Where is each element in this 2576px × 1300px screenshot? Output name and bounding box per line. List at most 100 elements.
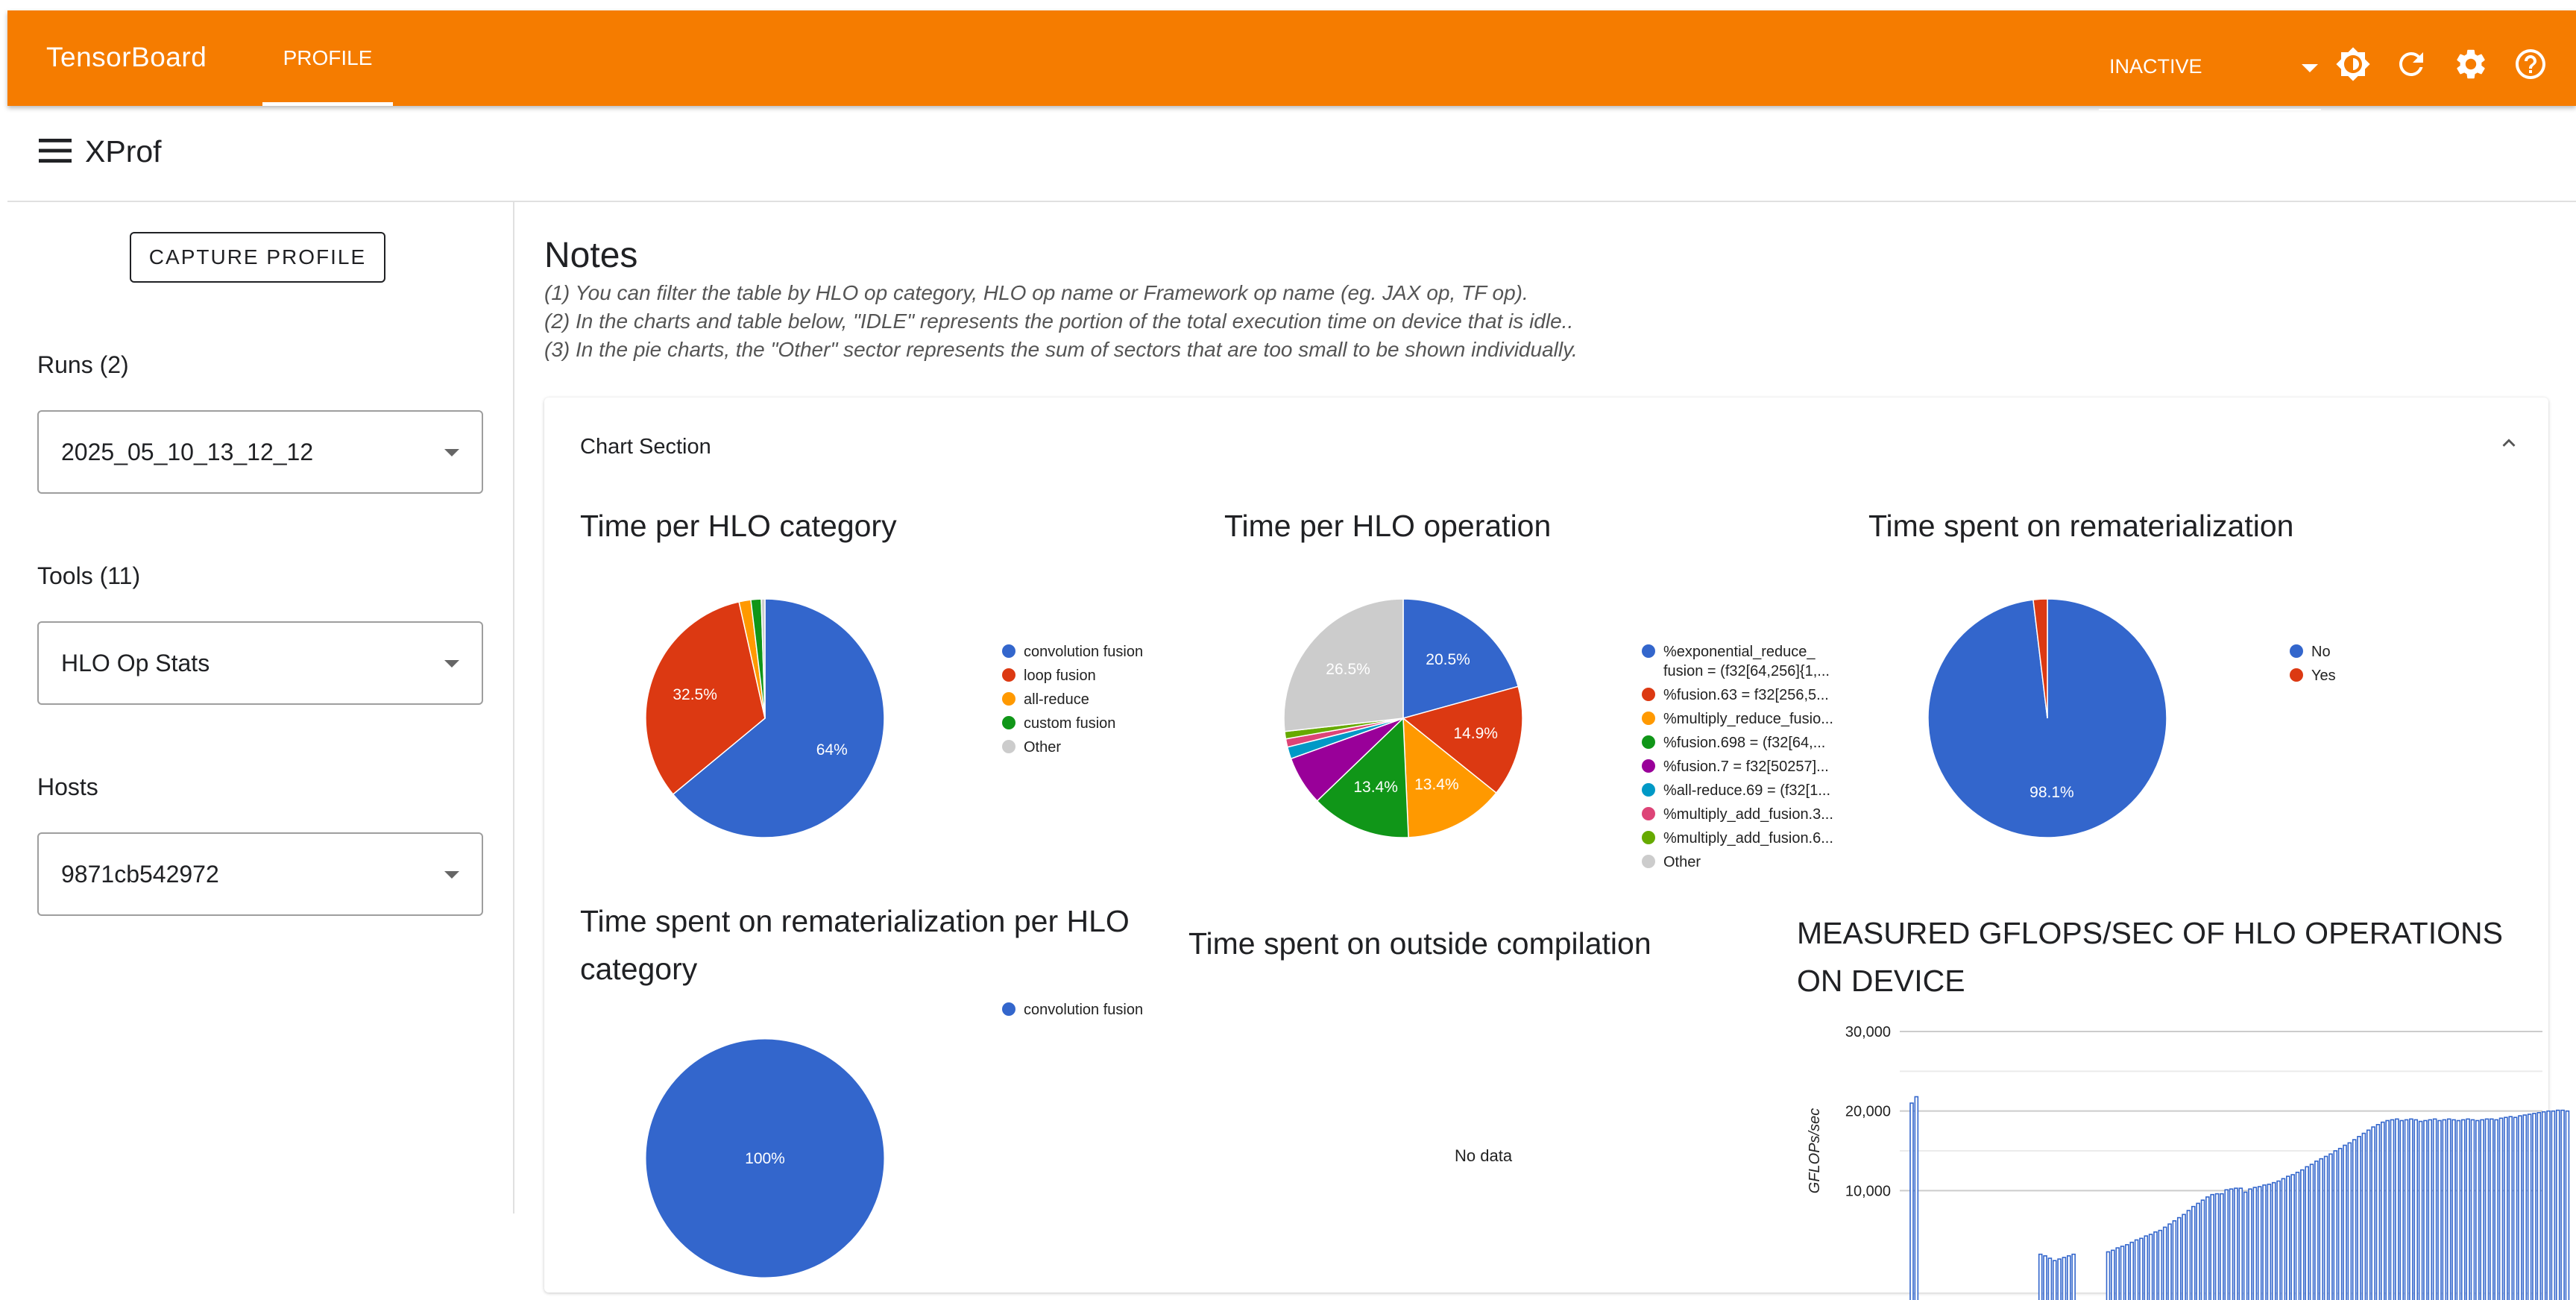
bar[interactable] (2546, 1110, 2551, 1300)
bar[interactable] (2257, 1186, 2262, 1300)
legend-label[interactable]: %fusion.7 = f32[50257]... (1663, 759, 1829, 775)
bar[interactable] (2186, 1210, 2191, 1300)
legend-label[interactable]: %multiply_reduce_fusio... (1663, 711, 1833, 727)
bar[interactable] (2182, 1213, 2186, 1300)
bar[interactable] (2328, 1153, 2333, 1300)
menu-icon[interactable] (39, 139, 72, 163)
bar[interactable] (2532, 1113, 2536, 1300)
legend-label[interactable]: convolution fusion (1024, 1002, 1143, 1018)
bar[interactable] (2139, 1237, 2144, 1300)
bar[interactable] (2404, 1119, 2409, 1300)
bar[interactable] (2300, 1169, 2305, 1300)
bar[interactable] (2357, 1136, 2361, 1300)
bar[interactable] (2418, 1120, 2423, 1300)
bar[interactable] (2413, 1119, 2419, 1300)
bar[interactable] (2565, 1110, 2570, 1300)
refresh-icon[interactable] (2393, 46, 2429, 82)
tools-select[interactable]: HLO Op Stats (37, 621, 483, 705)
runs-select[interactable]: 2025_05_10_13_12_12 (37, 410, 483, 494)
bar[interactable] (2409, 1118, 2413, 1300)
bar[interactable] (2309, 1164, 2314, 1300)
bar[interactable] (2214, 1193, 2220, 1300)
bar[interactable] (2446, 1118, 2451, 1300)
bar[interactable] (2057, 1258, 2062, 1300)
bar[interactable] (2480, 1119, 2484, 1300)
legend-label[interactable]: Other (1663, 854, 1701, 870)
bar[interactable] (2470, 1119, 2475, 1300)
hosts-select[interactable]: 9871cb542972 (37, 832, 483, 916)
bar[interactable] (2125, 1244, 2129, 1300)
bar[interactable] (2442, 1119, 2447, 1300)
bar[interactable] (2106, 1251, 2111, 1300)
legend-label[interactable]: %fusion.63 = f32[256,5... (1663, 687, 1829, 703)
bar[interactable] (2052, 1260, 2057, 1300)
bar[interactable] (2527, 1114, 2532, 1300)
bar[interactable] (2295, 1172, 2300, 1300)
bar[interactable] (2248, 1188, 2252, 1300)
bar[interactable] (2071, 1253, 2076, 1300)
legend-label[interactable]: custom fusion (1024, 715, 1115, 732)
bar[interactable] (2522, 1114, 2528, 1300)
bar[interactable] (2432, 1118, 2437, 1300)
bar[interactable] (2205, 1196, 2210, 1300)
bar[interactable] (2460, 1119, 2466, 1300)
bar[interactable] (2555, 1109, 2560, 1300)
help-icon[interactable] (2513, 46, 2548, 82)
bar[interactable] (2395, 1118, 2399, 1300)
legend-label[interactable]: %exponential_reduce_ fusion = (f32[64,256… (1663, 644, 1830, 679)
bar[interactable] (2333, 1150, 2338, 1300)
bar[interactable] (2323, 1155, 2328, 1300)
bar[interactable] (2210, 1193, 2215, 1300)
bar[interactable] (1909, 1102, 1914, 1300)
bar[interactable] (2498, 1117, 2504, 1300)
bar[interactable] (2399, 1120, 2405, 1300)
bar[interactable] (2153, 1231, 2158, 1300)
bar[interactable] (2038, 1253, 2043, 1300)
bar[interactable] (2144, 1235, 2149, 1300)
brightness-icon[interactable] (2335, 46, 2371, 82)
bar[interactable] (2271, 1181, 2276, 1300)
bar[interactable] (2380, 1121, 2385, 1300)
legend-label[interactable]: Other (1024, 739, 1061, 756)
bar[interactable] (2276, 1180, 2281, 1300)
legend-label[interactable]: convolution fusion (1024, 644, 1143, 660)
bar[interactable] (2267, 1184, 2272, 1300)
bar[interactable] (2518, 1115, 2522, 1300)
capture-profile-button[interactable]: CAPTURE PROFILE (130, 232, 385, 283)
bar[interactable] (2347, 1142, 2352, 1300)
bar[interactable] (2243, 1191, 2248, 1300)
bar[interactable] (2047, 1257, 2053, 1300)
bar[interactable] (2281, 1178, 2286, 1300)
bar[interactable] (2234, 1187, 2238, 1300)
bar[interactable] (2343, 1144, 2347, 1300)
legend-label[interactable]: Yes (2311, 668, 2336, 684)
bar[interactable] (2551, 1110, 2556, 1300)
bar[interactable] (2062, 1257, 2067, 1300)
bar[interactable] (2375, 1124, 2381, 1300)
plugin-select[interactable]: INACTIVE (2099, 33, 2321, 110)
legend-label[interactable]: all-reduce (1024, 691, 1089, 708)
bar[interactable] (2158, 1229, 2163, 1300)
bar[interactable] (2172, 1220, 2177, 1300)
bar[interactable] (2385, 1120, 2390, 1300)
bar[interactable] (2262, 1184, 2267, 1300)
bar[interactable] (2513, 1117, 2518, 1300)
tab-profile[interactable]: PROFILE (262, 10, 393, 106)
bar[interactable] (2176, 1216, 2182, 1300)
bar[interactable] (2148, 1234, 2153, 1300)
bar[interactable] (2224, 1189, 2229, 1300)
bar[interactable] (2162, 1226, 2167, 1300)
bar[interactable] (1914, 1096, 1919, 1300)
legend-label[interactable]: %fusion.698 = (f32[64,... (1663, 735, 1825, 751)
bar[interactable] (2536, 1112, 2542, 1300)
bar[interactable] (2494, 1119, 2499, 1300)
bar[interactable] (2371, 1126, 2375, 1300)
legend-label[interactable]: %all-reduce.69 = (f32[1... (1663, 782, 1830, 799)
bar[interactable] (2504, 1117, 2508, 1300)
bar[interactable] (2560, 1109, 2565, 1300)
bar[interactable] (2456, 1120, 2461, 1300)
bar[interactable] (2200, 1199, 2205, 1300)
bar[interactable] (2043, 1255, 2047, 1300)
bar[interactable] (2111, 1249, 2115, 1300)
bar[interactable] (2252, 1187, 2258, 1300)
